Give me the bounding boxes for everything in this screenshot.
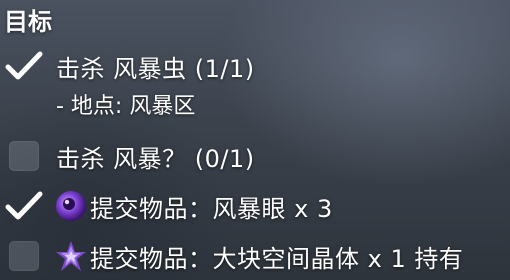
quest-objectives-panel: 目标 击杀 风暴虫 (1/1) - 地点: 风暴区 击杀 风暴？ (0/1) 提…	[0, 0, 510, 280]
storm-eye-icon	[54, 189, 88, 223]
objective-row: 提交物品：风暴眼 x 3	[4, 186, 333, 226]
objective-row: 击杀 风暴？ (0/1)	[4, 136, 255, 176]
objective-row: 击杀 风暴虫 (1/1)	[4, 46, 255, 86]
objectives-title: 目标	[4, 8, 52, 36]
checkmark-icon	[4, 46, 44, 86]
objective-row: 提交物品：大块空间晶体 x 1 持有	[4, 236, 463, 276]
objective-location: - 地点: 风暴区	[56, 94, 196, 119]
objective-text: 提交物品：风暴眼 x 3	[90, 194, 333, 223]
checkbox-empty	[4, 136, 44, 176]
checkbox-empty	[4, 236, 44, 276]
objective-text: 提交物品：大块空间晶体 x 1 持有	[90, 244, 464, 273]
space-crystal-icon	[54, 239, 88, 273]
checkmark-icon	[4, 186, 44, 226]
objective-text: 击杀 风暴？ (0/1)	[56, 144, 255, 173]
objective-text: 击杀 风暴虫 (1/1)	[56, 54, 255, 83]
